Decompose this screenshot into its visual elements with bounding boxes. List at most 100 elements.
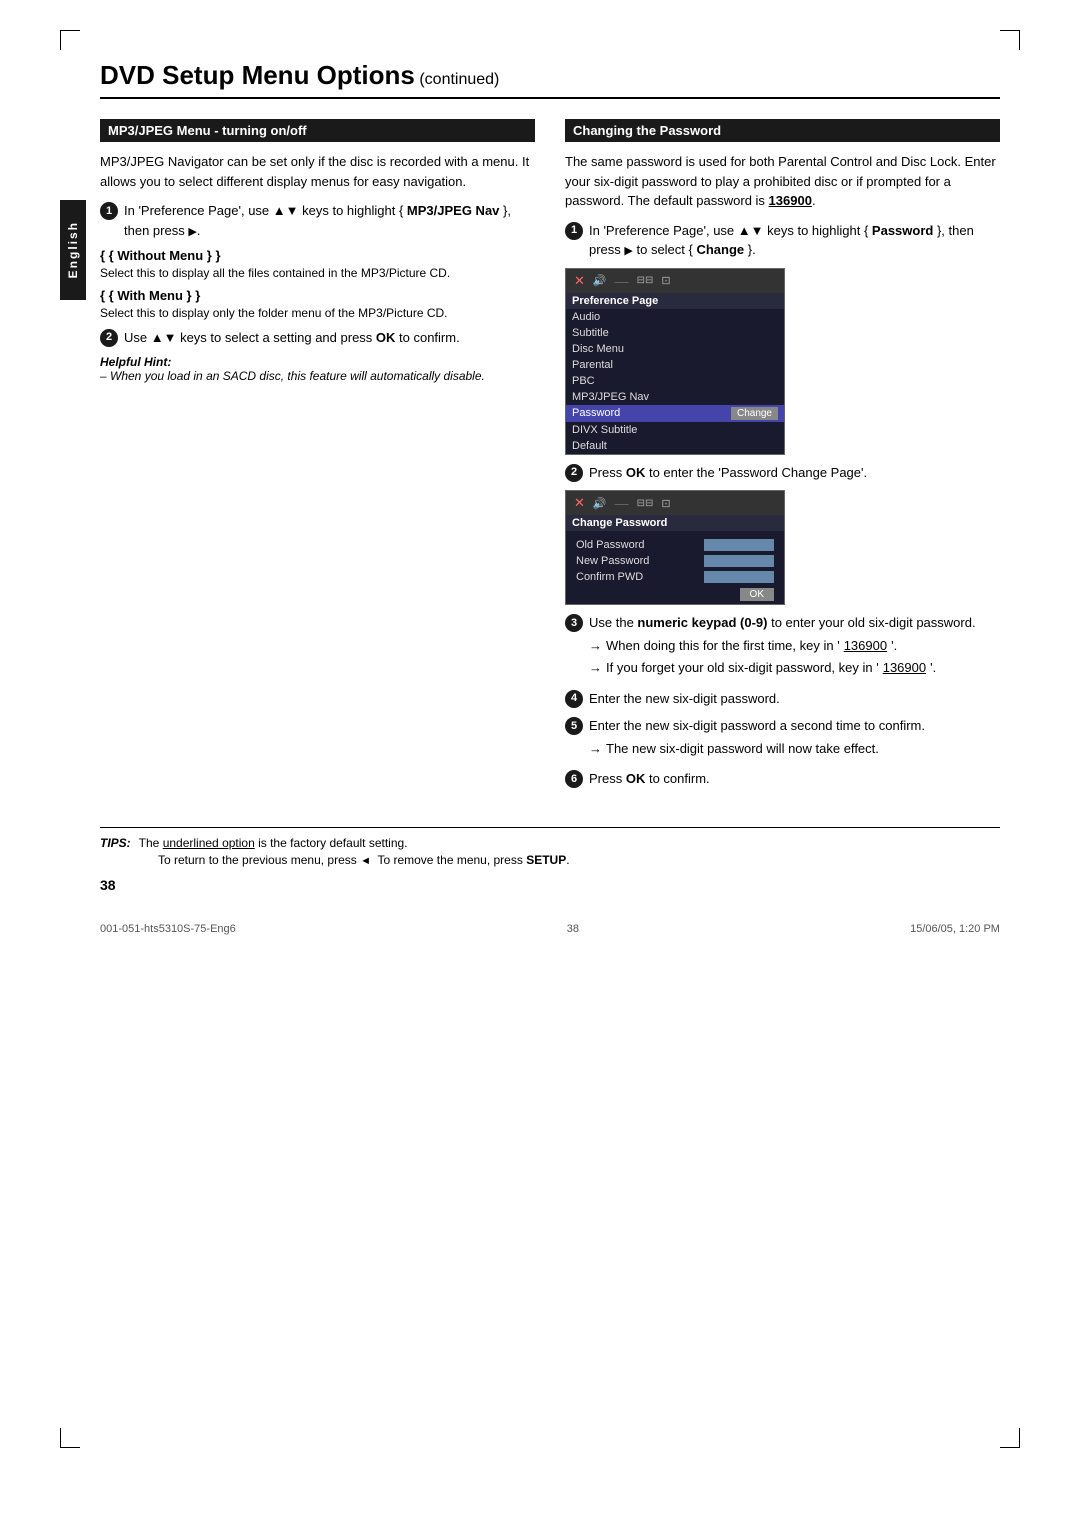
pref-sep-2: ⊟⊟ — [637, 275, 654, 286]
pwd-sep-1: — — [615, 495, 629, 511]
right-step-1: 1 In 'Preference Page', use ▲▼ keys to h… — [565, 221, 1000, 260]
pwd-new-field — [704, 555, 774, 567]
pref-item-audio: Audio — [566, 309, 784, 325]
pref-icon-x: ✕ — [574, 273, 585, 289]
page-title: DVD Setup Menu Options (continued) — [100, 60, 1000, 99]
main-content: MP3/JPEG Menu - turning on/off MP3/JPEG … — [100, 119, 1000, 797]
pref-item-default: Default — [566, 438, 784, 454]
tips-text-2: To return to the previous menu, press To… — [158, 853, 570, 867]
step-num-1: 1 — [100, 202, 118, 220]
pwd-icon-x: ✕ — [574, 495, 585, 511]
tips-section: TIPS: The underlined option is the facto… — [100, 827, 1000, 867]
right-section-header: Changing the Password — [565, 119, 1000, 142]
arrow-right-1 — [188, 223, 196, 238]
right-step-3: 3 Use the numeric keypad (0-9) to enter … — [565, 613, 1000, 681]
pwd-confirm-field — [704, 571, 774, 583]
left-step-1: 1 In 'Preference Page', use ▲▼ keys to h… — [100, 201, 535, 240]
pref-item-mp3jpeg: MP3/JPEG Nav — [566, 389, 784, 405]
step-num-2: 2 — [100, 329, 118, 347]
pwd-sep-2: ⊟⊟ — [637, 498, 654, 509]
right-step-4-content: Enter the new six-digit password. — [589, 689, 1000, 709]
english-label: English — [66, 221, 80, 278]
corner-mark-tr — [1000, 30, 1020, 50]
arrow-right-r1 — [624, 242, 632, 257]
without-menu-label: { { Without Menu } } — [100, 248, 535, 263]
footer-left: 001-051-hts5310S-75-Eng6 — [100, 923, 236, 935]
pwd-screenshot: ✕ 🔊 — ⊟⊟ ⊡ Change Password Old Password … — [565, 490, 785, 605]
step-2-content: Use ▲▼ keys to select a setting and pres… — [124, 328, 535, 348]
pref-screenshot: ✕ 🔊 — ⊟⊟ ⊡ Preference Page Audio Subtitl… — [565, 268, 785, 455]
pwd-icon-speaker: 🔊 — [593, 497, 607, 510]
left-section-header: MP3/JPEG Menu - turning on/off — [100, 119, 535, 142]
triangle-symbol-1: ▲▼ — [273, 203, 299, 218]
right-step-num-6: 6 — [565, 770, 583, 788]
right-step-5-content: Enter the new six-digit password a secon… — [589, 716, 1000, 761]
footer: 001-051-hts5310S-75-Eng6 38 15/06/05, 1:… — [100, 923, 1000, 935]
pwd-new-row: New Password — [566, 553, 784, 569]
footer-center: 38 — [567, 923, 579, 935]
helpful-hint-label: Helpful Hint: — [100, 355, 535, 369]
pwd-old-field — [704, 539, 774, 551]
page-number: 38 — [100, 877, 1000, 893]
pwd-ok-row: OK — [566, 585, 784, 604]
pwd-ok-btn: OK — [740, 588, 774, 601]
pwd-confirm-row: Confirm PWD — [566, 569, 784, 585]
pwd-icons-bar: ✕ 🔊 — ⊟⊟ ⊡ — [566, 491, 784, 515]
tips-text-1: The underlined option is the factory def… — [139, 836, 408, 850]
right-step-num-5: 5 — [565, 717, 583, 735]
page-container: English DVD Setup Menu Options (continue… — [0, 0, 1080, 1528]
right-step-2-content: Press OK to enter the 'Password Change P… — [589, 463, 1000, 483]
right-step-4: 4 Enter the new six-digit password. — [565, 689, 1000, 709]
pref-icon-speaker: 🔊 — [593, 274, 607, 287]
pwd-confirm-label: Confirm PWD — [576, 571, 704, 583]
right-step-2: 2 Press OK to enter the 'Password Change… — [565, 463, 1000, 483]
pwd-old-label: Old Password — [576, 539, 704, 551]
mp3jpeg-nav-label: MP3/JPEG Nav — [407, 203, 500, 218]
numeric-keypad-label: numeric keypad (0-9) — [637, 615, 767, 630]
right-step-3-content: Use the numeric keypad (0-9) to enter yo… — [589, 613, 1000, 681]
right-step-num-1: 1 — [565, 222, 583, 240]
pwd-sep-3: ⊡ — [661, 497, 670, 510]
setup-label-tips: SETUP — [526, 853, 566, 867]
with-menu-desc: Select this to display only the folder m… — [100, 305, 535, 322]
left-intro: MP3/JPEG Navigator can be set only if th… — [100, 152, 535, 191]
right-step-num-3: 3 — [565, 614, 583, 632]
left-column: MP3/JPEG Menu - turning on/off MP3/JPEG … — [100, 119, 535, 797]
pref-change-btn: Change — [731, 407, 778, 420]
page-title-suffix: (continued) — [415, 71, 500, 88]
pref-sep-3: ⊡ — [661, 274, 670, 287]
tips-spacer — [100, 853, 150, 867]
ok-label-r2: OK — [626, 465, 646, 480]
step5-arrow: The new six-digit password will now take… — [589, 739, 1000, 759]
with-menu-label: { { With Menu } } — [100, 288, 535, 303]
pref-item-disc-menu: Disc Menu — [566, 341, 784, 357]
change-label: Change — [696, 242, 744, 257]
right-step-num-4: 4 — [565, 690, 583, 708]
step3-arrow2: If you forget your old six-digit passwor… — [589, 658, 1000, 678]
password-ref-2: 136900 — [883, 658, 926, 678]
pref-password-label: Password — [572, 407, 620, 419]
right-intro: The same password is used for both Paren… — [565, 152, 1000, 211]
password-ref-1: 136900 — [844, 636, 887, 656]
right-step-6: 6 Press OK to confirm. — [565, 769, 1000, 789]
pwd-old-row: Old Password — [566, 537, 784, 553]
corner-mark-tl — [60, 30, 80, 50]
tips-row-2: To return to the previous menu, press To… — [100, 853, 1000, 867]
pref-title-bar: Preference Page — [566, 293, 784, 309]
page-title-main: DVD Setup Menu Options — [100, 60, 415, 90]
step3-arrow1: When doing this for the first time, key … — [589, 636, 1000, 656]
footer-right: 15/06/05, 1:20 PM — [910, 923, 1000, 935]
pref-item-subtitle: Subtitle — [566, 325, 784, 341]
default-password-1: 136900 — [769, 193, 812, 208]
pref-icons-bar: ✕ 🔊 — ⊟⊟ ⊡ — [566, 269, 784, 293]
ok-label-r6: OK — [626, 771, 646, 786]
pwd-title-bar: Change Password — [566, 515, 784, 531]
tips-row-1: TIPS: The underlined option is the facto… — [100, 836, 1000, 850]
ok-label-1: OK — [376, 330, 396, 345]
pwd-new-label: New Password — [576, 555, 704, 567]
triangle-symbol-2: ▲▼ — [151, 330, 177, 345]
password-label: Password — [872, 223, 933, 238]
helpful-hint: Helpful Hint: – When you load in an SACD… — [100, 355, 535, 383]
helpful-hint-text: – When you load in an SACD disc, this fe… — [100, 369, 535, 383]
right-step-num-2: 2 — [565, 464, 583, 482]
